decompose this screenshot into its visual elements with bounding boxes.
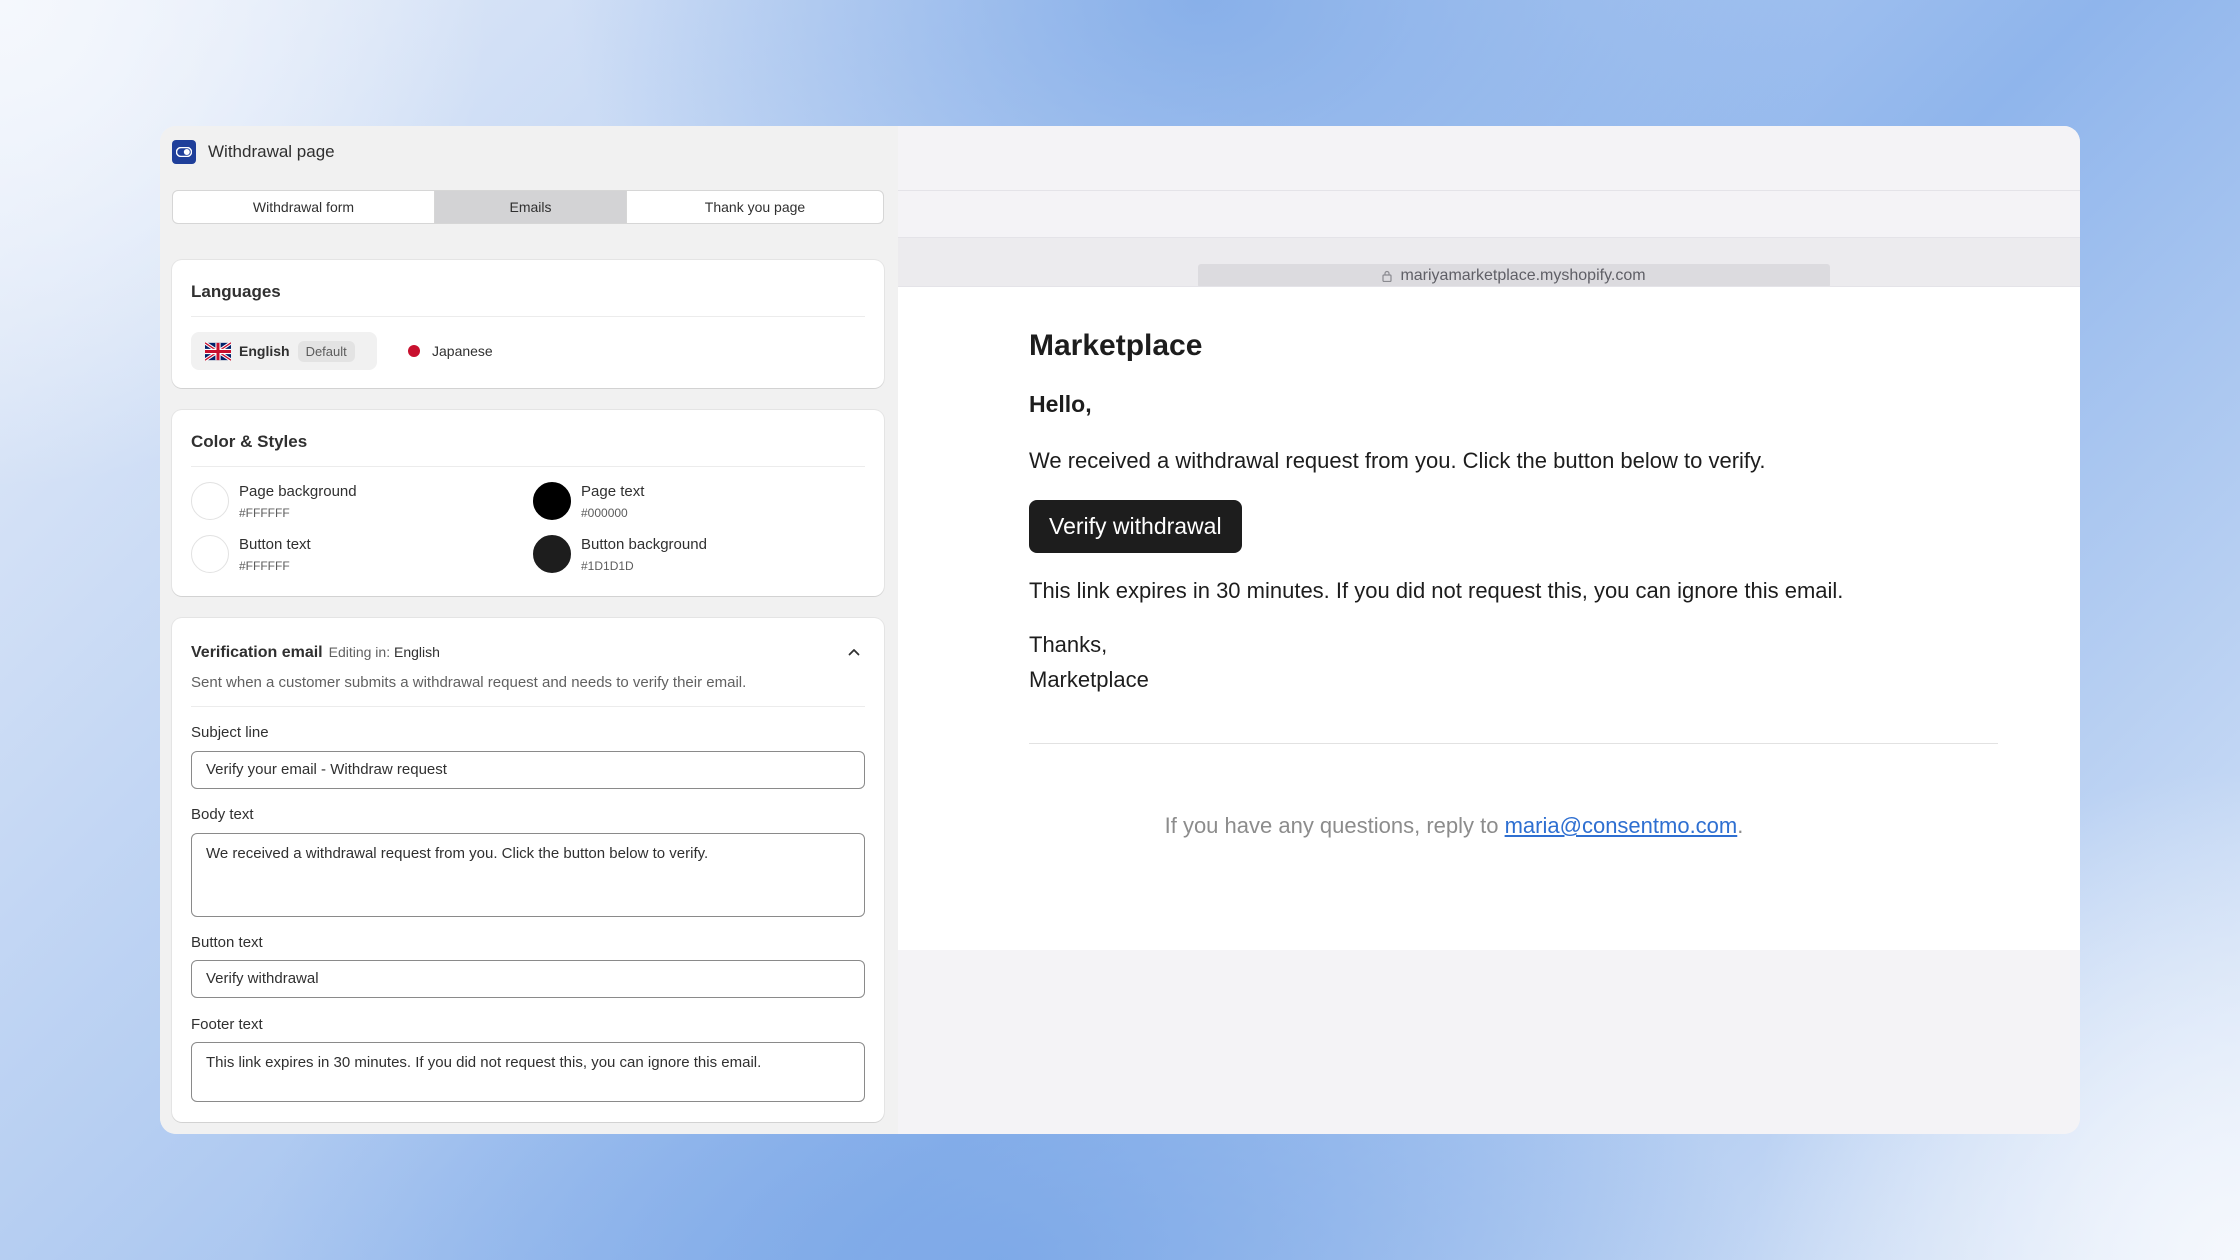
color-label: Button background: [581, 535, 707, 553]
divider: [191, 316, 865, 317]
toggle-icon: [172, 140, 196, 164]
tab-thank-you-page[interactable]: Thank you page: [627, 191, 883, 223]
language-label: English: [239, 343, 290, 359]
divider: [191, 706, 865, 707]
color-label: Button text: [239, 535, 311, 553]
editing-language: English: [393, 644, 440, 660]
contact-email-link[interactable]: maria@consentmo.com: [1505, 813, 1738, 838]
language-japanese[interactable]: Japanese: [408, 332, 493, 370]
color-button-background[interactable]: Button background #1D1D1D: [533, 535, 707, 573]
settings-panel: Withdrawal page Withdrawal form Emails T…: [160, 126, 898, 1134]
body-text-input[interactable]: We received a withdrawal request from yo…: [191, 833, 865, 917]
color-hex: #FFFFFF: [239, 505, 290, 520]
email-footer-text: This link expires in 30 minutes. If you …: [1029, 578, 1844, 603]
email-body: We received a withdrawal request from yo…: [1029, 448, 1766, 473]
languages-card: Languages English Default Japanese: [172, 260, 884, 388]
color-swatch[interactable]: [191, 482, 229, 520]
verification-email-card: Verification email Editing in: English S…: [172, 618, 884, 1122]
footer-text-label: Footer text: [191, 1016, 263, 1033]
tab-bar: Withdrawal form Emails Thank you page: [172, 190, 884, 224]
japan-dot-icon: [408, 345, 420, 357]
browser-toolbar: [898, 190, 2080, 238]
color-swatch[interactable]: [533, 535, 571, 573]
url-text: mariyamarketplace.myshopify.com: [1400, 267, 1646, 284]
verification-title: Verification email: [191, 644, 323, 661]
address-bar: mariyamarketplace.myshopify.com: [1198, 264, 1830, 288]
email-contact-line: If you have any questions, reply to mari…: [1164, 813, 1744, 838]
subject-line-label: Subject line: [191, 724, 269, 741]
languages-title: Languages: [191, 282, 281, 301]
editing-in-label: Editing in: English: [328, 644, 440, 660]
color-hex: #1D1D1D: [581, 558, 634, 573]
email-brand: Marketplace: [1029, 329, 1203, 362]
color-styles-card: Color & Styles Page background #FFFFFF P…: [172, 410, 884, 596]
color-page-text[interactable]: Page text #000000: [533, 482, 644, 520]
page-title: Withdrawal page: [208, 142, 335, 161]
email-signature: Marketplace: [1029, 667, 1149, 692]
verification-description: Sent when a customer submits a withdrawa…: [191, 674, 747, 691]
email-preview: Marketplace Hello, We received a withdra…: [898, 286, 2080, 950]
language-label: Japanese: [432, 343, 493, 359]
color-swatch[interactable]: [533, 482, 571, 520]
email-greeting: Hello,: [1029, 391, 1092, 417]
footer-text-input[interactable]: This link expires in 30 minutes. If you …: [191, 1042, 865, 1102]
uk-flag-icon: [205, 341, 231, 361]
divider: [191, 466, 865, 467]
color-hex: #FFFFFF: [239, 558, 290, 573]
color-page-background[interactable]: Page background #FFFFFF: [191, 482, 357, 520]
chevron-up-icon[interactable]: [846, 644, 862, 660]
email-preview-panel: mariyamarketplace.myshopify.com Marketpl…: [898, 126, 2080, 1134]
verification-header: Verification email Editing in: English: [191, 644, 440, 662]
body-text-label: Body text: [191, 806, 254, 823]
color-hex: #000000: [581, 505, 628, 520]
color-label: Page background: [239, 482, 357, 500]
button-text-label: Button text: [191, 934, 263, 951]
app-window: Withdrawal page Withdrawal form Emails T…: [160, 126, 2080, 1134]
email-thanks: Thanks,: [1029, 632, 1108, 657]
color-label: Page text: [581, 482, 645, 500]
button-text-input[interactable]: Verify withdrawal: [191, 960, 865, 998]
tab-withdrawal-form[interactable]: Withdrawal form: [173, 191, 435, 223]
color-swatch[interactable]: [191, 535, 229, 573]
color-button-text[interactable]: Button text #FFFFFF: [191, 535, 311, 573]
lock-icon: [1382, 270, 1393, 282]
language-english[interactable]: English Default: [191, 332, 377, 370]
tab-emails[interactable]: Emails: [435, 191, 627, 223]
subject-line-input[interactable]: Verify your email - Withdraw request: [191, 751, 865, 789]
default-badge: Default: [297, 340, 355, 362]
divider: [1029, 743, 1998, 744]
color-styles-title: Color & Styles: [191, 432, 308, 451]
title-bar: Withdrawal page: [160, 126, 898, 178]
verify-withdrawal-button[interactable]: Verify withdrawal: [1029, 500, 1242, 553]
